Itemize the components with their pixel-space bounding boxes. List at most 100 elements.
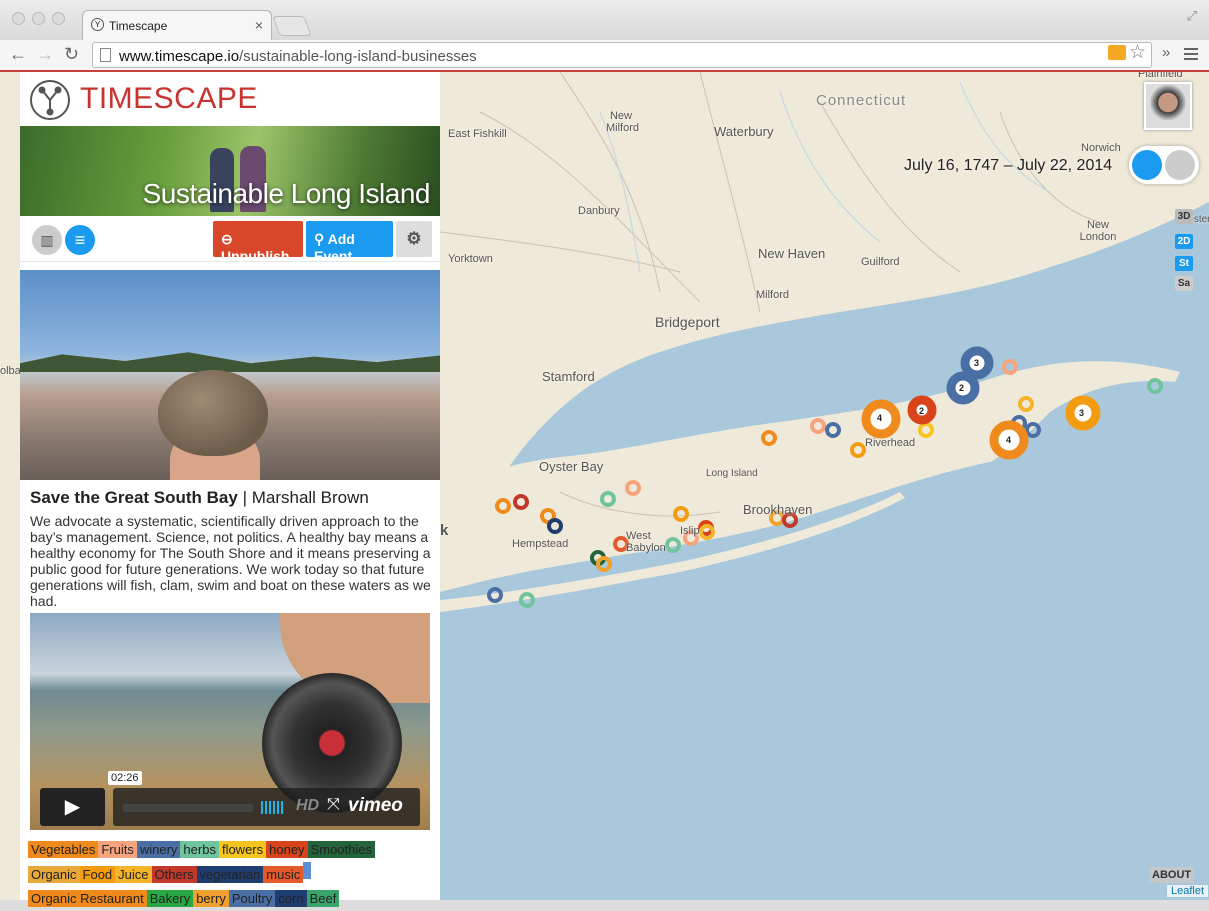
map-label-oyster-bay: Oyster Bay <box>539 459 604 474</box>
logo-header[interactable]: TIMESCAPE <box>20 72 440 126</box>
leaflet-attribution-link[interactable]: Leaflet <box>1167 885 1209 897</box>
cluster-count[interactable]: 4 <box>1006 435 1011 445</box>
browser-tab-strip: Y Timescape × ⤢ <box>0 0 1209 40</box>
map-label-plainfield: Plainfield <box>1138 72 1183 80</box>
tag-poultry[interactable]: Poultry <box>228 890 276 907</box>
tag-music[interactable]: music <box>263 866 304 883</box>
mode-2d-button[interactable]: 2D <box>1175 234 1193 249</box>
fullscreen-expand-icon[interactable]: ⤧ <box>327 796 340 814</box>
address-bar[interactable]: www.timescape.io/sustainable-long-island… <box>92 42 1152 68</box>
tag-smoothies[interactable]: Smoothies <box>307 841 375 858</box>
browser-toolbar: ← → ↻ www.timescape.io/sustainable-long-… <box>0 40 1209 72</box>
map-label-yorktown: Yorktown <box>448 253 493 265</box>
tag-flowers[interactable]: flowers <box>218 841 267 858</box>
hd-button[interactable]: HD <box>296 797 319 815</box>
tag-winery[interactable]: winery <box>136 841 181 858</box>
cluster-count[interactable]: 4 <box>877 413 882 423</box>
tag-bakery[interactable]: Bakery <box>146 890 194 907</box>
timescape-logo-icon <box>30 80 70 120</box>
play-icon[interactable]: ▶ <box>40 788 105 826</box>
new-tab-button[interactable] <box>272 16 312 36</box>
photo-clam-shell <box>158 370 268 456</box>
mode-3d-button[interactable]: 3D <box>1175 209 1193 224</box>
cluster-count[interactable]: 3 <box>1079 408 1084 418</box>
minimize-window-button[interactable] <box>32 12 45 25</box>
tag-vegetarian[interactable]: vegetarian <box>196 866 264 883</box>
list-icon[interactable]: ≡ <box>65 225 95 255</box>
url-domain: www.timescape.io <box>119 48 240 65</box>
tag-corn[interactable]: corn <box>275 890 307 907</box>
extension-icon[interactable] <box>1108 45 1126 60</box>
settings-gear-icon[interactable]: ⚙ <box>396 221 432 257</box>
browser-menu-icon[interactable] <box>1184 48 1198 63</box>
map-label-guilford: Guilford <box>861 256 900 268</box>
overflow-chevron-icon[interactable]: » <box>1162 44 1170 61</box>
story-controls: ▥ ≡ ⊖ Unpublish ⚲ Add Event ⚙ <box>20 216 440 264</box>
video-progress-track[interactable] <box>123 804 253 812</box>
unpublish-button[interactable]: ⊖ Unpublish <box>213 221 303 264</box>
post-author[interactable]: Marshall Brown <box>252 488 369 507</box>
photo-trees <box>20 352 440 372</box>
page-icon <box>100 48 111 62</box>
map-label-connecticut: Connecticut <box>816 92 907 109</box>
video-time: 02:26 <box>108 771 142 785</box>
bookmark-star-icon[interactable]: ☆ <box>1129 41 1146 64</box>
video-control-bar: HD ⤧ vimeo <box>113 788 420 826</box>
volume-icon[interactable] <box>261 801 285 814</box>
map-label-west-babylon: West Babylon <box>626 530 666 554</box>
tag-berry[interactable]: berry <box>193 890 229 907</box>
map-label-hempstead: Hempstead <box>512 538 569 550</box>
map-label-new-haven: New Haven <box>758 246 826 261</box>
logo-text: TIMESCAPE <box>80 82 258 115</box>
tag-beef[interactable]: Beef <box>306 890 340 907</box>
reload-icon[interactable]: ↻ <box>64 44 79 65</box>
tag-herbs[interactable]: herbs <box>180 841 219 858</box>
cluster-count[interactable]: 2 <box>959 383 964 393</box>
timescape-favicon-icon: Y <box>91 18 104 31</box>
title-separator: | <box>237 488 252 507</box>
close-window-button[interactable] <box>12 12 25 25</box>
about-button[interactable]: ABOUT <box>1149 867 1195 883</box>
tag-fruits[interactable]: Fruits <box>98 841 137 858</box>
tag-organic-restaurant[interactable]: Organic Restaurant <box>28 890 147 907</box>
tag-unlabeled[interactable] <box>303 862 312 879</box>
post-title: Save the Great South Bay <box>30 488 238 507</box>
tag-food[interactable]: Food <box>79 866 116 883</box>
fullscreen-icon[interactable]: ⤢ <box>1187 8 1197 24</box>
mode-satellite-button[interactable]: Sa <box>1175 276 1193 291</box>
tag-others[interactable]: Others <box>151 866 197 883</box>
map-pin-icon: ⚲ <box>314 231 325 247</box>
map-label-islip: Islip <box>680 525 700 537</box>
cluster-count[interactable]: 3 <box>974 358 979 368</box>
tab-close-icon[interactable]: × <box>255 17 263 33</box>
map-label-milford: Milford <box>756 289 790 301</box>
video-player[interactable]: ▶ 02:26 HD ⤧ vimeo <box>30 613 430 830</box>
back-icon[interactable]: ← <box>9 44 27 65</box>
map-label-brookhaven: Brookhaven <box>743 502 813 517</box>
tag-juice[interactable]: Juice <box>115 866 152 883</box>
user-avatar[interactable] <box>1144 82 1192 130</box>
map-label-new-london: New London <box>1079 219 1117 243</box>
vimeo-logo[interactable]: vimeo <box>348 795 403 817</box>
stats-icon[interactable]: ▥ <box>32 225 62 255</box>
tab-title: Timescape <box>109 19 168 33</box>
date-range: July 16, 1747 – July 22, 2014 <box>904 157 1113 174</box>
mode-street-button[interactable]: St <box>1175 256 1193 271</box>
map-label-danbury: Danbury <box>578 205 620 217</box>
forward-icon[interactable]: → <box>36 44 54 65</box>
add-event-button[interactable]: ⚲ Add Event <box>306 221 393 264</box>
url-path: /sustainable-long-island-businesses <box>239 48 477 65</box>
tag-vegetables[interactable]: Vegetables <box>28 841 99 858</box>
tag-organic[interactable]: Organic <box>28 866 80 883</box>
map-label-new-milford: New Milford <box>606 110 640 134</box>
story-panel: TIMESCAPE Sustainable Long Island ▥ ≡ ⊖ … <box>20 72 440 907</box>
tag-honey[interactable]: honey <box>266 841 308 858</box>
cluster-count[interactable]: 2 <box>919 406 924 416</box>
map-label-stamford: Stamford <box>542 369 595 384</box>
view-toggle[interactable] <box>1129 146 1199 184</box>
toggle-option-inactive[interactable] <box>1165 150 1195 180</box>
zoom-window-button[interactable] <box>52 12 65 25</box>
browser-tab[interactable]: Y Timescape × <box>82 10 272 40</box>
toggle-option-active[interactable] <box>1132 150 1162 180</box>
minus-circle-icon: ⊖ <box>221 231 233 247</box>
